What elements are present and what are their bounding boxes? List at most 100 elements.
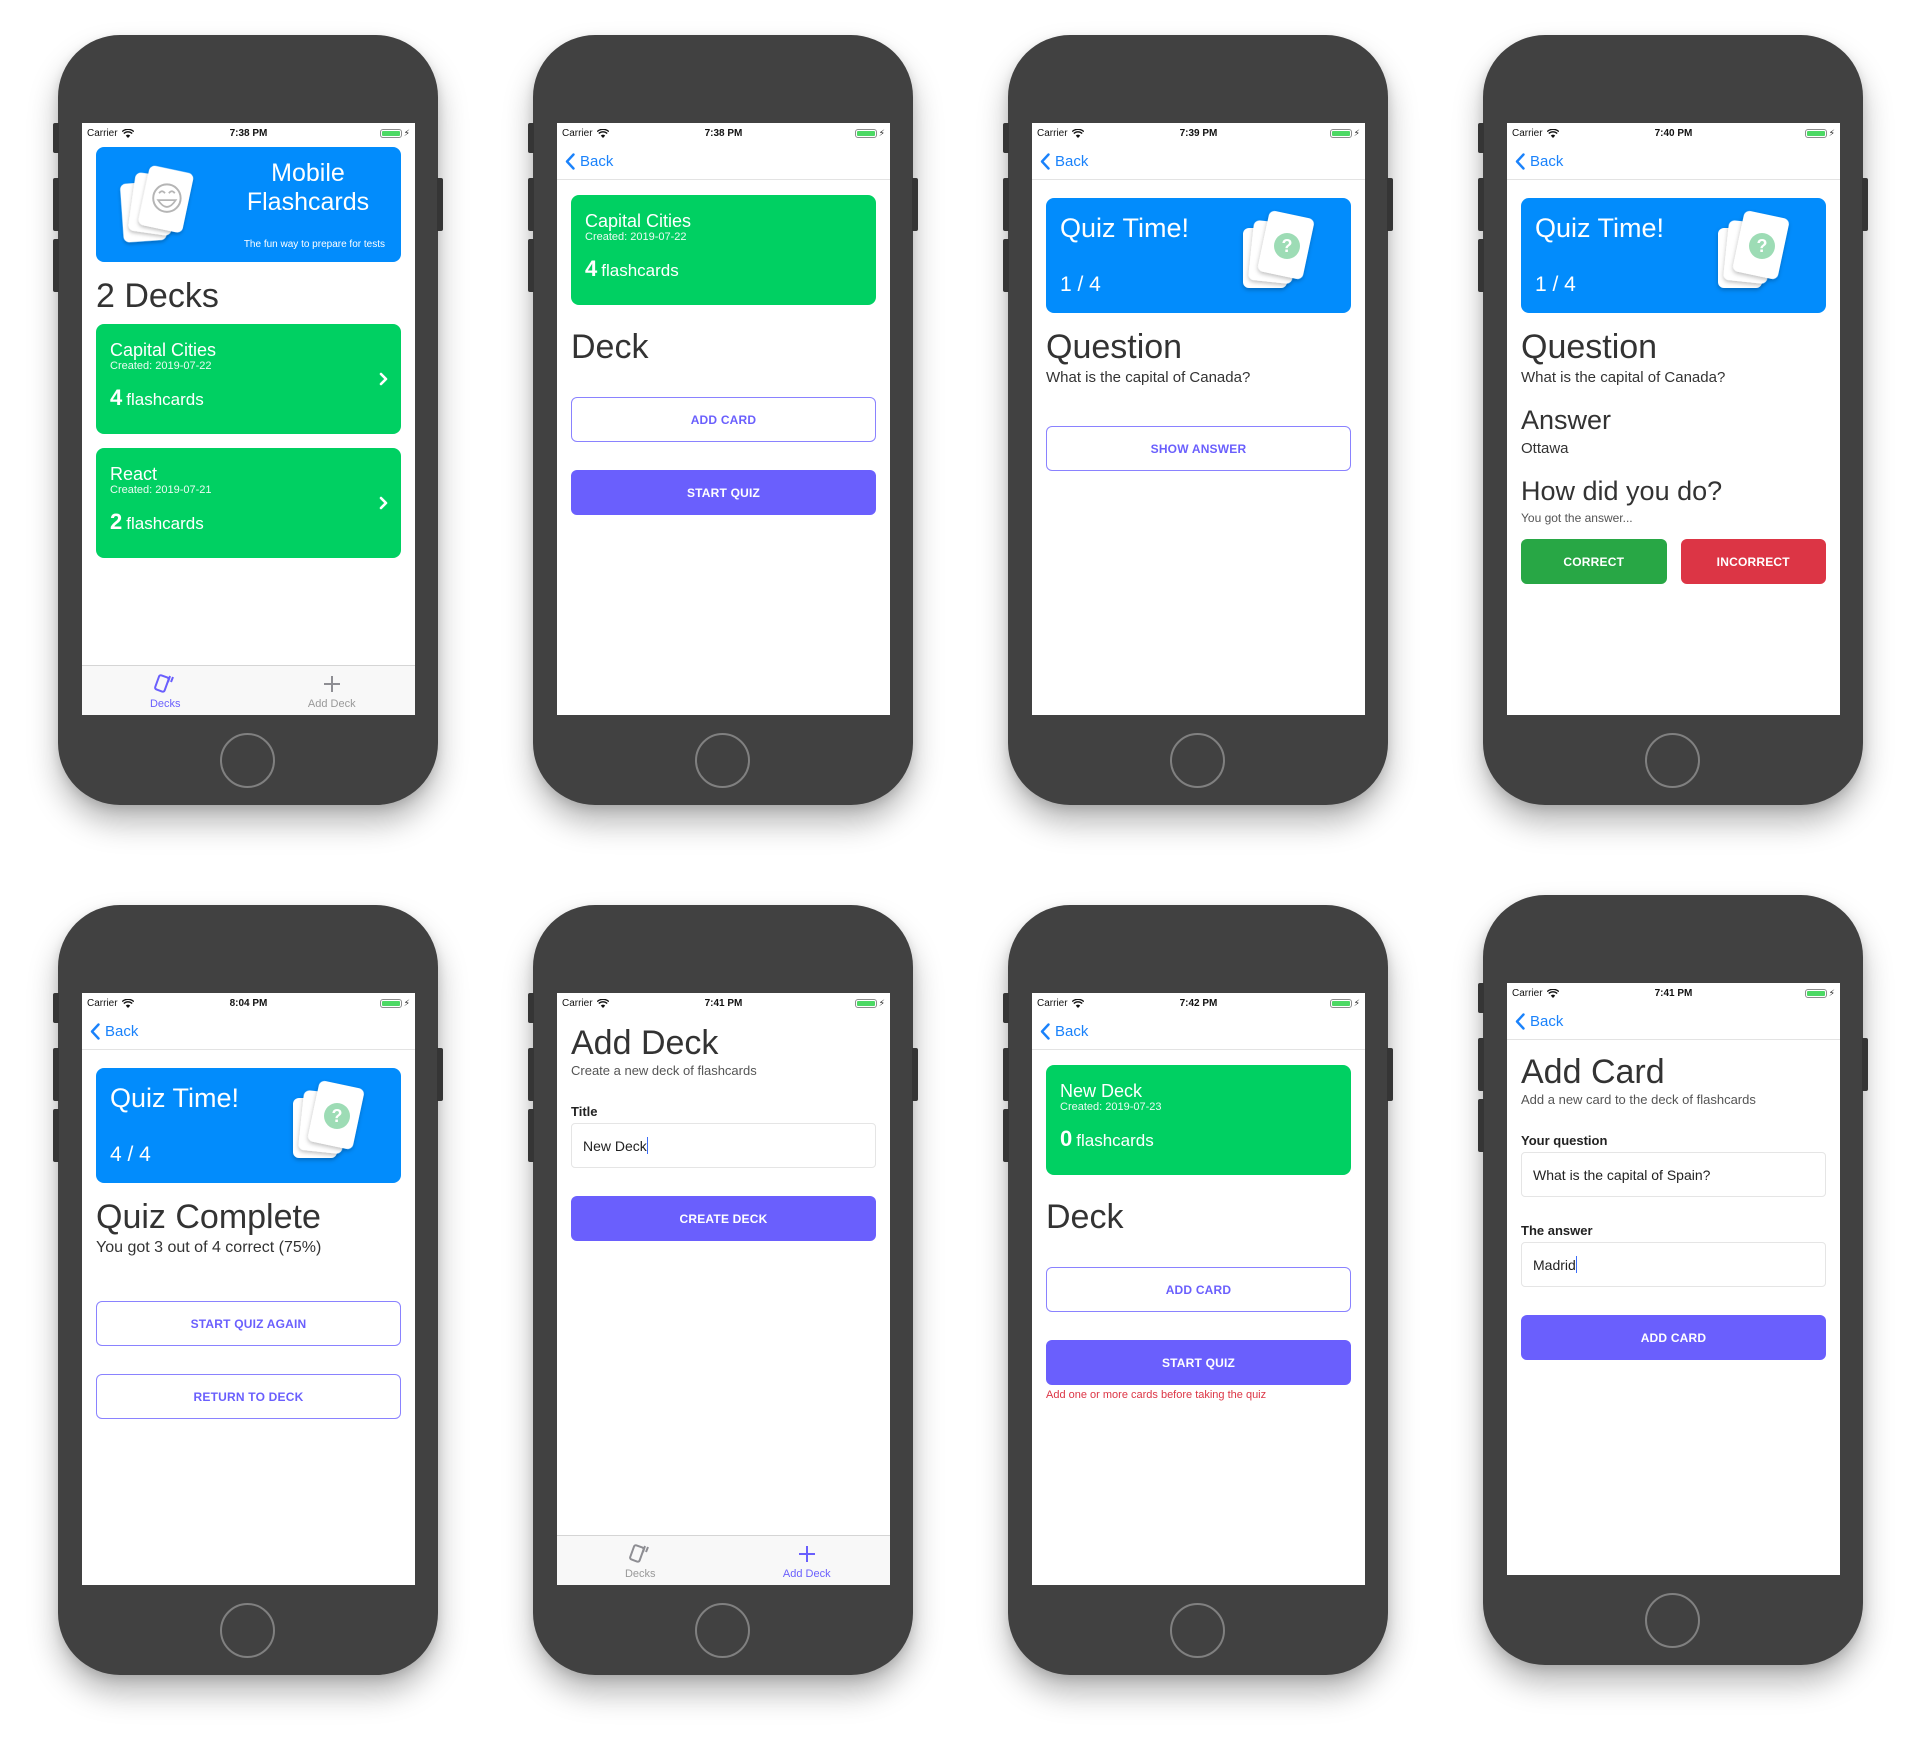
deck-created-date: Created: 2019-07-23 <box>1060 1101 1162 1113</box>
home-button[interactable] <box>220 733 275 788</box>
add-card-button[interactable]: ADD CARD <box>1046 1267 1351 1312</box>
wifi-icon <box>1546 128 1559 138</box>
power-button <box>912 1048 918 1101</box>
question-input[interactable]: What is the capital of Spain? <box>1521 1152 1826 1197</box>
tab-decks[interactable]: Decks <box>557 1536 724 1585</box>
volume-down-button <box>53 1109 59 1162</box>
volume-down-button <box>528 1109 534 1162</box>
battery-icon: ⚡ <box>1804 128 1835 138</box>
incorrect-button[interactable]: INCORRECT <box>1680 539 1826 584</box>
quiz-header-banner: Quiz Time! 1 / 4 ? <box>1521 198 1826 313</box>
create-deck-button[interactable]: CREATE DECK <box>571 1196 876 1241</box>
carrier-label: Carrier <box>87 127 118 139</box>
quiz-progress: 1 / 4 <box>1060 273 1101 296</box>
question-cards-icon: ? <box>293 1081 364 1158</box>
answer-input-value: Madrid <box>1533 1256 1576 1273</box>
back-button[interactable]: Back <box>1040 1023 1088 1040</box>
screen: Carrier 7:39 PM ⚡ Back Quiz Time! 1 / 4 <box>1032 123 1365 715</box>
title-input[interactable]: New Deck <box>571 1123 876 1168</box>
deck-card-count: 0 flashcards <box>1060 1128 1337 1152</box>
home-button[interactable] <box>695 733 750 788</box>
status-bar: Carrier 7:40 PM ⚡ <box>1507 123 1840 143</box>
feedback-subtext: You got the answer... <box>1521 511 1633 525</box>
add-card-heading: Add Card <box>1521 1053 1665 1091</box>
power-button <box>912 178 918 231</box>
back-label: Back <box>105 1022 139 1040</box>
question-text: What is the capital of Canada? <box>1046 369 1251 386</box>
deck-title: New Deck <box>1060 1081 1143 1101</box>
tab-bar: Decks Add Deck <box>557 1535 890 1585</box>
screen: Carrier 7:38 PM ⚡ Back Capital Cities Cr… <box>557 123 890 715</box>
tab-decks[interactable]: Decks <box>82 666 249 715</box>
feedback-buttons: CORRECT INCORRECT <box>1521 539 1826 584</box>
back-button[interactable]: Back <box>1515 153 1563 170</box>
add-card-subheading: Add a new card to the deck of flashcards <box>1521 1092 1756 1107</box>
home-button[interactable] <box>695 1603 750 1658</box>
power-button <box>1387 1048 1393 1101</box>
title-input-value: New Deck <box>583 1137 647 1154</box>
start-quiz-button[interactable]: START QUIZ <box>571 470 876 515</box>
deck-title: React <box>110 464 158 484</box>
mute-switch <box>528 993 534 1023</box>
show-answer-button[interactable]: SHOW ANSWER <box>1046 426 1351 471</box>
wifi-icon <box>1071 128 1084 138</box>
return-to-deck-button[interactable]: RETURN TO DECK <box>96 1374 401 1419</box>
answer-input[interactable]: Madrid <box>1521 1242 1826 1287</box>
chevron-left-icon <box>1515 1012 1525 1030</box>
app-header-banner: Mobile Flashcards The fun way to prepare… <box>96 147 401 262</box>
power-button <box>1862 1038 1868 1091</box>
feedback-heading: How did you do? <box>1521 476 1723 506</box>
start-quiz-again-button[interactable]: START QUIZ AGAIN <box>96 1301 401 1346</box>
svg-text:?: ? <box>1282 236 1293 256</box>
chevron-left-icon <box>1040 1022 1050 1040</box>
correct-button[interactable]: CORRECT <box>1521 539 1667 584</box>
wifi-icon <box>596 998 609 1008</box>
nav-bar: Back <box>1507 1003 1840 1040</box>
home-button[interactable] <box>1645 1593 1700 1648</box>
question-input-value: What is the capital of Spain? <box>1533 1166 1711 1183</box>
start-quiz-button[interactable]: START QUIZ <box>1046 1340 1351 1385</box>
tab-label: Add Deck <box>307 698 356 710</box>
volume-down-button <box>1003 1109 1009 1162</box>
mute-switch <box>1003 123 1009 153</box>
carrier-label: Carrier <box>1037 997 1068 1009</box>
tab-label: Decks <box>149 698 181 710</box>
add-card-submit-button[interactable]: ADD CARD <box>1521 1315 1826 1360</box>
app-title-line1: Mobile <box>271 159 345 187</box>
tab-add-deck[interactable]: Add Deck <box>249 666 416 715</box>
status-bar: Carrier 7:38 PM ⚡ <box>557 123 890 143</box>
back-label: Back <box>580 152 614 170</box>
back-label: Back <box>1055 152 1089 170</box>
status-bar: Carrier 7:39 PM ⚡ <box>1032 123 1365 143</box>
phone-deck-list: Carrier 7:38 PM ⚡ Mobile Flashcards The … <box>53 35 443 805</box>
power-button <box>437 178 443 231</box>
add-card-button[interactable]: ADD CARD <box>571 397 876 442</box>
app-tagline: The fun way to prepare for tests <box>243 239 385 250</box>
home-button[interactable] <box>1170 733 1225 788</box>
volume-up-button <box>1003 178 1009 231</box>
deck-list-item[interactable]: React Created: 2019-07-21 2 flashcards <box>96 448 401 558</box>
status-bar: Carrier 7:38 PM ⚡ <box>82 123 415 143</box>
back-button[interactable]: Back <box>565 153 613 170</box>
tab-add-deck[interactable]: Add Deck <box>724 1536 891 1585</box>
carrier-label: Carrier <box>1037 127 1068 139</box>
phone-deck-detail: Carrier 7:38 PM ⚡ Back Capital Cities Cr… <box>528 35 918 805</box>
home-button[interactable] <box>1645 733 1700 788</box>
battery-icon: ⚡ <box>854 128 885 138</box>
volume-up-button <box>1478 1038 1484 1091</box>
volume-down-button <box>1478 239 1484 292</box>
volume-down-button <box>1003 239 1009 292</box>
plus-icon <box>323 676 340 692</box>
deck-list-item[interactable]: Capital Cities Created: 2019-07-22 4 flas… <box>96 324 401 434</box>
back-button[interactable]: Back <box>90 1023 138 1040</box>
smiley-cards-icon <box>120 165 194 243</box>
wifi-icon <box>1071 998 1084 1008</box>
back-button[interactable]: Back <box>1515 1013 1563 1030</box>
deck-card-count: 4 flashcards <box>110 387 387 411</box>
chevron-left-icon <box>565 152 575 170</box>
home-button[interactable] <box>220 1603 275 1658</box>
back-button[interactable]: Back <box>1040 153 1088 170</box>
nav-bar: Back <box>1507 143 1840 180</box>
home-button[interactable] <box>1170 1603 1225 1658</box>
screen: Carrier 7:42 PM ⚡ Back New Deck Created:… <box>1032 993 1365 1585</box>
